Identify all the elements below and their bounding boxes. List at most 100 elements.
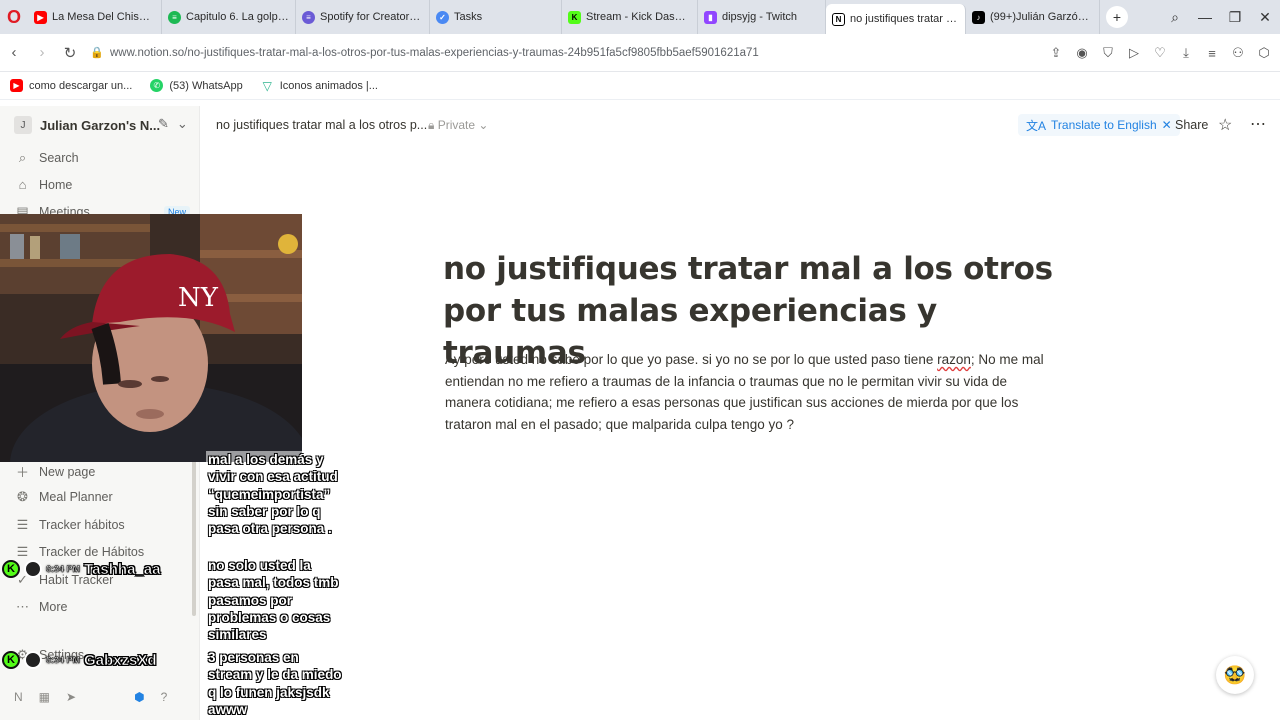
notion-icon: N [832, 12, 845, 26]
kick-badge-icon: K [2, 560, 20, 578]
kick-badge-icon: K [2, 651, 20, 669]
tab-tasks[interactable]: ✓ Tasks [430, 0, 562, 34]
tab-twitch[interactable]: ▮ dipsyjg - Twitch [698, 0, 826, 34]
avatar [24, 651, 42, 669]
lock-icon[interactable]: 🔒 [88, 46, 106, 59]
whatsapp-icon: ✆ [150, 79, 164, 92]
heart-icon[interactable]: ♡ [1152, 45, 1168, 61]
new-page-compose-icon[interactable]: ✎ [158, 116, 169, 132]
share-button[interactable]: Share [1175, 118, 1208, 132]
back-icon[interactable]: ‹ [0, 44, 28, 61]
chat-message-2: no solo usted la pasa mal, todos tmb pas… [206, 557, 346, 644]
meal-icon: ❂ [17, 489, 28, 504]
chevron-down-icon: ⌄ [475, 118, 489, 132]
notion-assistant-avatar[interactable]: 🥸 [1216, 656, 1254, 694]
translate-icon: 文A [1026, 118, 1047, 133]
workspace-actions: ✎ ⌄ [158, 116, 188, 132]
extensions-icon[interactable]: ⬡ [1256, 45, 1272, 61]
sidebar-item-home[interactable]: ⌂ Home [14, 177, 73, 192]
favorite-star-icon[interactable]: ☆ [1218, 115, 1232, 135]
address-bar: ‹ › ↻ 🔒 www.notion.so/no-justifiques-tra… [0, 34, 1280, 72]
close-icon[interactable]: ✕ [1250, 9, 1280, 26]
share-page-icon[interactable]: ⇪ [1048, 45, 1064, 61]
webcam-overlay: NY [0, 214, 302, 462]
screen: O ▶ La Mesa Del Chisme - Yo ≡ Capitulo 6… [0, 0, 1280, 720]
kick-icon: K [568, 10, 581, 24]
bookmarks-bar: ▶ como descargar un... ✆ (53) WhatsApp ▽… [0, 72, 1280, 100]
easy-setup-icon[interactable]: ≡ [1204, 46, 1220, 61]
workspace-name: Julian Garzon's N... [40, 117, 161, 133]
checklist-icon: ☰ [16, 544, 29, 559]
search-icon: ⌕ [18, 150, 27, 165]
url-field[interactable]: www.notion.so/no-justifiques-tratar-mal-… [110, 47, 759, 59]
privacy-selector[interactable]: 🔒︎ Private ⌄ [428, 118, 488, 133]
forward-icon[interactable]: › [28, 44, 56, 61]
notion-mail-icon[interactable]: N [14, 690, 23, 704]
sidebar-item-more[interactable]: ⋯ More [14, 599, 67, 615]
new-tab-button[interactable]: + [1106, 6, 1128, 28]
tasks-icon: ✓ [436, 10, 449, 24]
search-tabs-icon[interactable]: ⌕ [1160, 9, 1190, 26]
bookmark-iconos-animados[interactable]: ▽ Iconos animados |... [260, 78, 378, 93]
body-text-start: Ay pero usted no sabe por lo que yo pase… [445, 352, 938, 367]
gift-icon[interactable]: ⬢ [134, 690, 144, 704]
camera-icon[interactable]: ◉ [1074, 45, 1090, 61]
sidebar-item-new-page[interactable]: ＋ New page [14, 462, 95, 481]
tab-capitulo-6[interactable]: ≡ Capitulo 6. La golpeó ha [162, 0, 296, 34]
sidebar-item-search[interactable]: ⌕ Search [14, 150, 79, 166]
sidebar-item-tracker-de-habitos[interactable]: ☰ Tracker de Hábitos [14, 544, 144, 560]
player-icon[interactable]: ▷ [1126, 45, 1142, 61]
webcam-image: NY [0, 214, 302, 462]
chat-message-3: 3 personas en stream y le da miedo q lo … [206, 649, 346, 719]
spellcheck-flagged-word[interactable]: razon [937, 352, 971, 367]
tab-spotify-for-creators[interactable]: ≡ Spotify for Creators: la fo [296, 0, 430, 34]
checklist-icon: ☰ [16, 517, 29, 532]
chat-username: Tashha_aa [84, 560, 161, 578]
chat-message-1: mal a los demás y vivir con esa actitud … [206, 451, 346, 538]
reload-icon[interactable]: ↻ [56, 44, 84, 62]
sidebar-footer: N ▦ ➤ ⬢ ? [14, 690, 167, 704]
ellipsis-icon: ⋯ [16, 599, 29, 614]
plus-icon: ＋ [15, 465, 29, 480]
chat-user-row-1: K 6:34 PM Tashha_aa [2, 560, 161, 578]
send-icon[interactable]: ➤ [66, 690, 76, 704]
spotify-creators-icon: ≡ [302, 10, 315, 24]
browser-tab-strip: O ▶ La Mesa Del Chisme - Yo ≡ Capitulo 6… [0, 0, 1280, 34]
calendar-icon[interactable]: ▦ [39, 690, 50, 704]
tiktok-icon: ♪ [972, 10, 985, 24]
vector-icon: ▽ [260, 78, 274, 93]
home-icon: ⌂ [18, 177, 27, 192]
more-options-icon[interactable]: ⋯ [1250, 114, 1266, 134]
chat-user-row-2: K 6:34 PM GabxzsXd [2, 651, 157, 669]
sidebar-item-meal-planner[interactable]: ❂ Meal Planner [14, 489, 113, 505]
workspace-avatar: J [14, 116, 32, 134]
chevron-down-icon[interactable]: ⌄ [177, 116, 188, 132]
bookmark-como-descargar[interactable]: ▶ como descargar un... [10, 79, 132, 92]
chat-time: 6:34 PM [46, 564, 81, 575]
profile-icon[interactable]: ⚇ [1230, 45, 1246, 61]
close-icon[interactable]: ✕ [1162, 118, 1172, 132]
tab-la-mesa-del-chisme[interactable]: ▶ La Mesa Del Chisme - Yo [28, 0, 162, 34]
minimize-icon[interactable]: — [1190, 9, 1220, 25]
translate-button[interactable]: 文A Translate to English ✕ [1018, 114, 1180, 136]
window-controls: ⌕ — ❐ ✕ [1160, 0, 1280, 34]
workspace-switcher[interactable]: J Julian Garzon's N... [14, 116, 160, 134]
tab-notion-active[interactable]: N no justifiques tratar mal a [826, 4, 966, 34]
sidebar-scrollbar[interactable] [192, 456, 196, 616]
opera-logo-icon[interactable]: O [0, 0, 28, 34]
spotify-icon: ≡ [168, 10, 181, 24]
tab-tiktok[interactable]: ♪ (99+)Julián Garzón (@di [966, 0, 1100, 34]
address-bar-actions: ⇪ ◉ ⛉ ▷ ♡ ⤓ ≡ ⚇ ⬡ [1048, 34, 1272, 72]
download-icon[interactable]: ⤓ [1178, 45, 1194, 61]
youtube-icon: ▶ [34, 10, 47, 24]
sidebar-item-tracker-habitos[interactable]: ☰ Tracker hábitos [14, 517, 125, 533]
help-icon[interactable]: ? [161, 690, 168, 704]
page-body[interactable]: Ay pero usted no sabe por lo que yo pase… [445, 349, 1045, 435]
lock-icon: 🔒︎ [428, 118, 438, 132]
avatar [24, 560, 42, 578]
tab-kick-dashboard[interactable]: K Stream - Kick Dashboard [562, 0, 698, 34]
restore-icon[interactable]: ❐ [1220, 9, 1250, 26]
breadcrumb[interactable]: no justifiques tratar mal a los otros p.… [216, 118, 427, 132]
bookmark-whatsapp[interactable]: ✆ (53) WhatsApp [150, 79, 243, 92]
shield-icon[interactable]: ⛉ [1100, 45, 1116, 61]
